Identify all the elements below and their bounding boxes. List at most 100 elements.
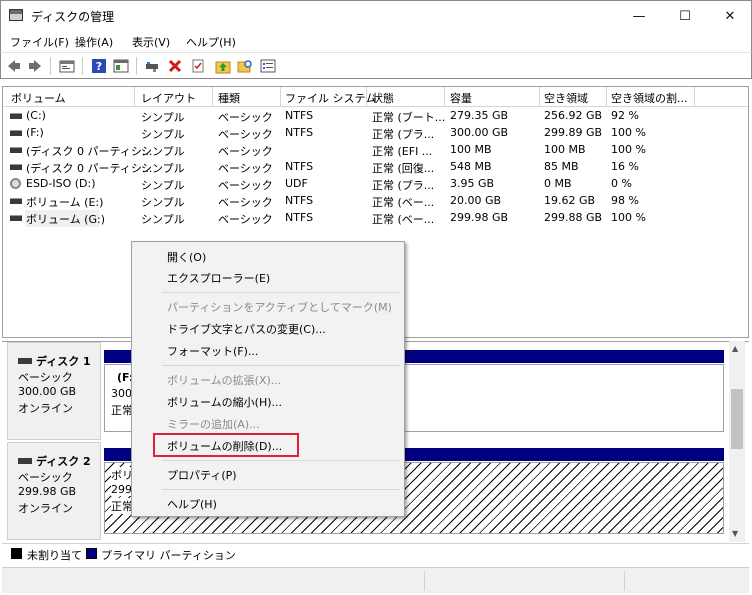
ctx-shrink-volume[interactable]: ボリュームの縮小(H)...	[167, 394, 282, 410]
cell-name: (C:)	[26, 109, 46, 122]
col-free-pct[interactable]: 空き領域の割...	[611, 90, 688, 106]
column-divider[interactable]	[134, 87, 135, 107]
cell-layout: シンプル	[141, 213, 185, 226]
scroll-up-icon[interactable]: ▲	[732, 344, 738, 353]
drive-icon	[10, 147, 22, 153]
maximize-button[interactable]: ☐	[662, 1, 708, 31]
column-divider[interactable]	[606, 87, 607, 107]
volume-row[interactable]: ボリューム (G:) シンプル ベーシック NTFS 正常 (ベー... 299.98 G…	[3, 210, 748, 227]
ctx-properties[interactable]: プロパティ(P)	[167, 467, 237, 483]
cell-pct: 100 %	[611, 126, 646, 139]
ctx-explorer[interactable]: エクスプローラー(E)	[167, 270, 270, 286]
menu-view[interactable]: 表示(V)	[132, 34, 170, 50]
col-type[interactable]: 種類	[218, 90, 240, 106]
menu-separator	[162, 292, 400, 293]
cell-fs: NTFS	[285, 109, 314, 122]
col-filesystem[interactable]: ファイル システム	[285, 90, 376, 106]
search-icon[interactable]	[237, 58, 253, 74]
cell-name: ボリューム (G:)	[26, 213, 105, 226]
ctx-help[interactable]: ヘルプ(H)	[167, 496, 217, 512]
column-divider[interactable]	[212, 87, 213, 107]
volume-row[interactable]: ボリューム (E:) シンプル ベーシック NTFS 正常 (ベー... 20.00 GB…	[3, 193, 748, 210]
menu-file[interactable]: ファイル(F)	[10, 34, 69, 50]
svg-text:?: ?	[96, 60, 102, 73]
column-divider[interactable]	[539, 87, 540, 107]
disk-icon	[18, 358, 32, 364]
disk-2-label[interactable]: ディスク 2 ベーシック 299.98 GB オンライン	[7, 442, 101, 540]
cell-fs: NTFS	[285, 194, 314, 207]
menu-separator	[162, 489, 400, 490]
volume-row[interactable]: (F:) シンプル ベーシック NTFS 正常 (プラ... 300.00 GB 299.8…	[3, 125, 748, 142]
drive-icon	[10, 113, 22, 119]
cell-type: ベーシック	[218, 162, 273, 175]
ctx-open[interactable]: 開く(O)	[167, 249, 206, 265]
scroll-thumb[interactable]	[731, 389, 743, 449]
volume-row[interactable]: (ディスク 0 パーティシ... シンプル ベーシック 正常 (EFI ... 100 …	[3, 142, 748, 159]
forward-icon[interactable]	[27, 58, 43, 74]
col-volume[interactable]: ボリューム	[11, 90, 66, 106]
cell-type: ベーシック	[218, 145, 273, 158]
volume-row[interactable]: (ディスク 0 パーティシ... シンプル ベーシック NTFS 正常 (回復... 54…	[3, 159, 748, 176]
menu-action[interactable]: 操作(A)	[75, 34, 113, 50]
col-status[interactable]: 状態	[372, 90, 394, 106]
help-icon[interactable]: ?	[91, 58, 107, 74]
cell-status: 正常 (プラ...	[372, 128, 435, 141]
column-divider[interactable]	[280, 87, 281, 107]
column-divider[interactable]	[444, 87, 445, 107]
minimize-button[interactable]: —	[616, 1, 662, 31]
disk-1-label[interactable]: ディスク 1 ベーシック 300.00 GB オンライン	[7, 342, 101, 440]
legend-unallocated: 未割り当て	[27, 549, 82, 562]
cell-fs: NTFS	[285, 211, 314, 224]
unallocated-swatch	[11, 548, 22, 559]
cell-status: 正常 (ブート...	[372, 111, 446, 124]
close-button[interactable]: ✕	[707, 1, 752, 31]
back-icon[interactable]	[6, 58, 22, 74]
cd-drive-icon	[10, 178, 21, 189]
ctx-mark-active: パーティションをアクティブとしてマーク(M)	[167, 301, 392, 314]
context-menu: 開く(O) エクスプローラー(E) パーティションをアクティブとしてマーク(M)…	[131, 241, 405, 517]
cell-name: ESD-ISO (D:)	[26, 177, 96, 190]
volume-row[interactable]: (C:) シンプル ベーシック NTFS 正常 (ブート... 279.35 GB 256.…	[3, 108, 748, 125]
check-icon[interactable]	[190, 58, 206, 74]
cell-capacity: 3.95 GB	[450, 177, 495, 190]
disk-kind: ベーシック	[18, 471, 73, 484]
connect-icon[interactable]	[144, 58, 160, 74]
ctx-change-drive-letter[interactable]: ドライブ文字とパスの変更(C)...	[167, 321, 326, 337]
disk-state: オンライン	[18, 402, 73, 415]
col-free[interactable]: 空き領域	[544, 90, 588, 106]
legend: 未割り当て プライマリ パーティション	[2, 543, 749, 563]
cell-capacity: 548 MB	[450, 160, 492, 173]
cell-free: 299.89 GB	[544, 126, 603, 139]
drive-icon	[10, 130, 22, 136]
col-layout[interactable]: レイアウト	[141, 90, 196, 106]
view-icon[interactable]	[113, 58, 129, 74]
ctx-delete-volume[interactable]: ボリュームの削除(D)...	[167, 438, 282, 454]
cell-status: 正常 (ベー...	[372, 196, 435, 209]
partition-status: 正常	[111, 404, 133, 417]
list-icon[interactable]	[260, 58, 276, 74]
column-divider[interactable]	[694, 87, 695, 107]
cell-layout: シンプル	[141, 145, 185, 158]
column-divider[interactable]	[366, 87, 367, 107]
cell-capacity: 20.00 GB	[450, 194, 502, 207]
properties-icon[interactable]	[59, 58, 75, 74]
cell-pct: 92 %	[611, 109, 639, 122]
col-capacity[interactable]: 容量	[450, 90, 472, 106]
delete-icon[interactable]	[167, 58, 183, 74]
cell-free: 85 MB	[544, 160, 579, 173]
cell-capacity: 299.98 GB	[450, 211, 509, 224]
cell-free: 0 MB	[544, 177, 572, 190]
disk-pane-scrollbar[interactable]: ▲ ▼	[729, 341, 745, 542]
cell-capacity: 279.35 GB	[450, 109, 509, 122]
drive-icon	[10, 164, 22, 170]
volume-row[interactable]: ESD-ISO (D:) シンプル ベーシック UDF 正常 (プラ... 3.95 GB…	[3, 176, 748, 193]
up-icon[interactable]	[215, 58, 231, 74]
menu-help[interactable]: ヘルプ(H)	[186, 34, 236, 50]
toolbar-separator	[136, 57, 137, 75]
cell-free: 299.88 GB	[544, 211, 603, 224]
cell-layout: シンプル	[141, 111, 185, 124]
scroll-down-icon[interactable]: ▼	[732, 529, 738, 538]
ctx-format[interactable]: フォーマット(F)...	[167, 343, 258, 359]
cell-layout: シンプル	[141, 179, 185, 192]
cell-layout: シンプル	[141, 128, 185, 141]
